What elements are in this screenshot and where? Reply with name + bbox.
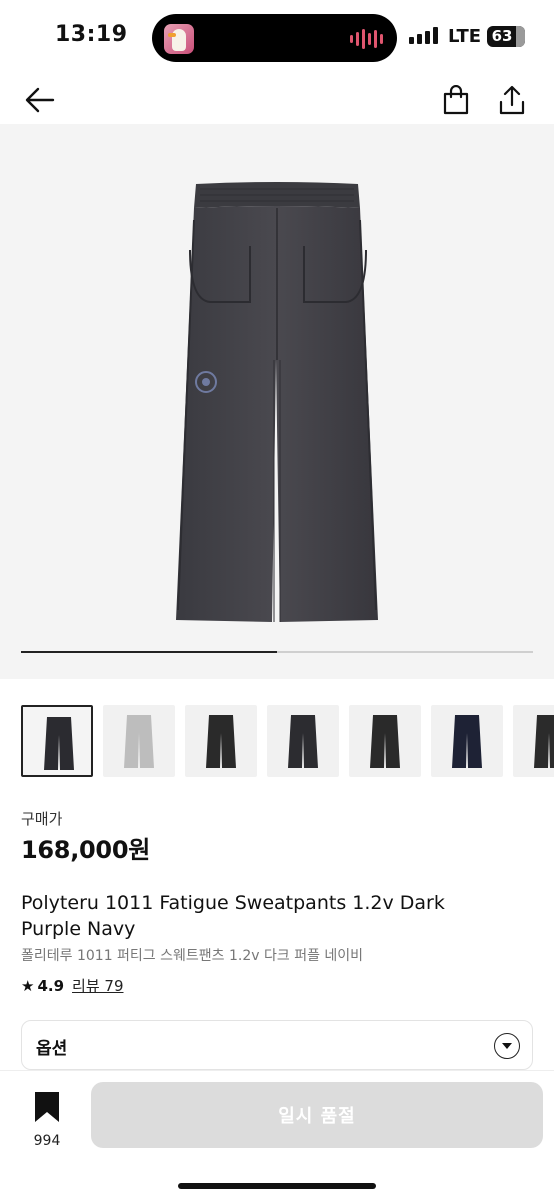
cellular-signal-icon <box>409 27 438 44</box>
sold-out-button[interactable]: 일시 품절 <box>91 1082 543 1148</box>
battery-percent: 63 <box>491 27 513 45</box>
bookmark-icon <box>35 1092 59 1122</box>
product-image-sweatpants <box>176 182 378 622</box>
thumbnail-3[interactable] <box>185 705 257 777</box>
options-label: 옵션 <box>36 1039 68 1059</box>
share-button[interactable] <box>490 78 534 122</box>
dynamic-island <box>152 14 397 62</box>
share-icon <box>499 85 525 115</box>
gallery-progress-bar <box>21 651 533 653</box>
thumbnail-image <box>370 715 400 768</box>
review-link[interactable]: 리뷰 79 <box>72 975 123 996</box>
thumbnail-7[interactable] <box>513 705 554 777</box>
now-playing-artwork <box>164 24 194 54</box>
battery-icon: 63 <box>487 26 525 47</box>
thumbnail-image <box>44 717 74 770</box>
thumbnail-1[interactable] <box>21 705 93 777</box>
status-bar: 13:19 LTE 63 <box>0 0 554 74</box>
product-name-english: Polyteru 1011 Fatigue Sweatpants 1.2v Da… <box>21 892 445 940</box>
thumbnail-6[interactable] <box>431 705 503 777</box>
options-dropdown[interactable]: 옵션 <box>21 1020 533 1070</box>
star-icon: ★ <box>21 976 35 995</box>
bottom-action-bar: 994 일시 품절 <box>0 1070 554 1200</box>
price-value: 168,000원 <box>21 836 150 864</box>
thumbnail-4[interactable] <box>267 705 339 777</box>
shopping-bag-icon <box>443 85 469 115</box>
top-nav <box>0 74 554 124</box>
rating-row: ★ 4.9 리뷰 79 <box>21 975 124 996</box>
thumbnail-5[interactable] <box>349 705 421 777</box>
bookmark-button[interactable]: 994 <box>22 1091 72 1151</box>
network-type: LTE <box>448 26 482 47</box>
thumbnail-image <box>534 715 554 768</box>
thumbnail-strip[interactable] <box>21 705 554 777</box>
product-image-gallery[interactable] <box>0 124 554 679</box>
audio-waveform-icon <box>350 28 383 50</box>
thumbnail-2[interactable] <box>103 705 175 777</box>
product-name-korean: 폴리테루 1011 퍼티그 스웨트팬츠 1.2v 다크 퍼플 네이비 <box>21 948 364 964</box>
rating-value: 4.9 <box>37 976 65 995</box>
bookmark-count: 994 <box>33 1133 61 1149</box>
shopping-bag-button[interactable] <box>434 78 478 122</box>
arrow-left-icon <box>25 87 55 113</box>
thumbnail-image <box>452 715 482 768</box>
thumbnail-image <box>124 715 154 768</box>
thumbnail-image <box>288 715 318 768</box>
chevron-down-icon <box>494 1033 520 1059</box>
thumbnail-image <box>206 715 236 768</box>
gallery-progress-fill <box>21 651 277 653</box>
status-time: 13:19 <box>55 22 128 47</box>
back-button[interactable] <box>18 78 62 122</box>
price-label: 구매가 <box>21 810 63 828</box>
home-indicator <box>178 1183 376 1189</box>
